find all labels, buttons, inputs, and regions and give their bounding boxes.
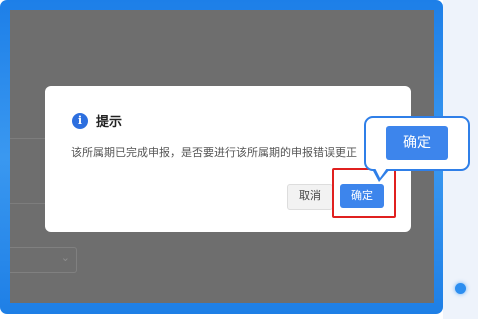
callout-bubble: 确定 xyxy=(364,116,470,171)
dialog-message: 该所属期已完成申报，是否要进行该所属期的申报错误更正 xyxy=(71,146,357,159)
background-select: ⌄ xyxy=(10,247,77,273)
background-divider xyxy=(10,138,50,139)
callout-tail-inner xyxy=(375,168,387,178)
dialog-title: 提示 xyxy=(96,115,123,130)
side-indicator-dot xyxy=(455,283,466,294)
background-divider xyxy=(10,203,50,204)
dialog-header: i 提示 xyxy=(72,111,122,130)
info-icon: i xyxy=(72,112,88,129)
callout-confirm-label: 确定 xyxy=(386,126,448,160)
cancel-button[interactable]: 取消 xyxy=(287,184,333,210)
chevron-down-icon: ⌄ xyxy=(60,251,70,264)
